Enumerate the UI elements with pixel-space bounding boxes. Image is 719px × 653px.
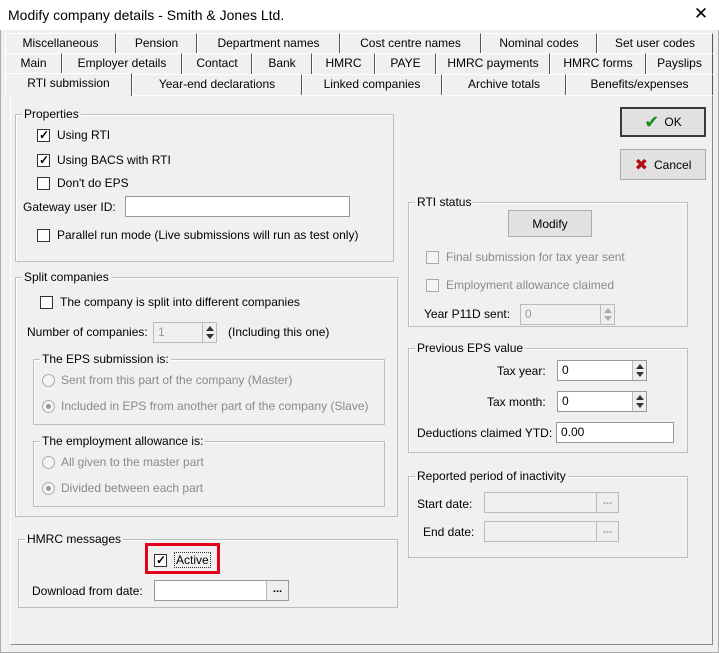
tab-cost-centre-names[interactable]: Cost centre names xyxy=(340,33,481,54)
eps-submission-group: The EPS submission is: xyxy=(33,352,385,425)
spin-up-icon[interactable] xyxy=(636,395,644,400)
cancel-button[interactable]: ✖ Cancel xyxy=(620,149,706,180)
gateway-user-id-label: Gateway user ID: xyxy=(23,200,116,214)
using-rti-checkbox[interactable]: ✓ Using RTI xyxy=(37,128,110,142)
eps-slave-radio[interactable]: Included in EPS from another part of the… xyxy=(42,399,369,413)
gateway-user-id-input[interactable] xyxy=(125,196,350,217)
cross-icon: ✖ xyxy=(634,156,649,174)
tab-hmrc-payments[interactable]: HMRC payments xyxy=(436,53,550,74)
spin-down-icon[interactable] xyxy=(636,403,644,408)
previous-eps-legend: Previous EPS value xyxy=(415,341,526,355)
cancel-label: Cancel xyxy=(654,157,692,172)
tax-month-spinner[interactable] xyxy=(632,392,646,411)
check-icon: ✓ xyxy=(39,152,50,167)
eps-submission-legend: The EPS submission is: xyxy=(40,352,171,366)
tab-year-end-declarations[interactable]: Year-end declarations xyxy=(132,74,302,95)
parallel-run-label: Parallel run mode (Live submissions will… xyxy=(57,228,359,242)
tab-department-names[interactable]: Department names xyxy=(197,33,340,54)
end-date-label: End date: xyxy=(423,525,475,539)
year-p11d-spinner[interactable] xyxy=(600,305,614,324)
modify-button[interactable]: Modify xyxy=(508,210,592,237)
number-of-companies-spinner[interactable] xyxy=(202,323,216,342)
tab-hmrc-forms[interactable]: HMRC forms xyxy=(550,53,646,74)
window-title: Modify company details - Smith & Jones L… xyxy=(8,7,285,23)
ok-label: OK xyxy=(664,115,682,129)
including-this-one-note: (Including this one) xyxy=(228,325,330,339)
inactivity-group: Reported period of inactivity xyxy=(408,469,688,558)
tab-miscellaneous[interactable]: Miscellaneous xyxy=(5,33,116,54)
spin-down-icon[interactable] xyxy=(636,372,644,377)
inactivity-legend: Reported period of inactivity xyxy=(415,469,568,483)
close-icon[interactable]: ✕ xyxy=(689,3,713,25)
number-of-companies-label: Number of companies: xyxy=(27,325,148,339)
tab-employer-details[interactable]: Employer details xyxy=(62,53,182,74)
tab-pension[interactable]: Pension xyxy=(116,33,197,54)
tab-paye[interactable]: PAYE xyxy=(375,53,436,74)
title-bar: Modify company details - Smith & Jones L… xyxy=(0,0,719,30)
dont-do-eps-checkbox[interactable]: Don't do EPS xyxy=(37,176,129,190)
end-date-picker-button[interactable]: ... xyxy=(596,522,618,541)
ea-master-radio[interactable]: All given to the master part xyxy=(42,455,204,469)
checkmark-icon: ✔ xyxy=(644,111,660,132)
tab-nominal-codes[interactable]: Nominal codes xyxy=(481,33,597,54)
tab-hmrc[interactable]: HMRC xyxy=(312,53,375,74)
ea-divided-radio[interactable]: Divided between each part xyxy=(42,481,203,495)
tax-year-label: Tax year: xyxy=(497,364,546,378)
spin-up-icon[interactable] xyxy=(206,326,214,331)
spin-down-icon[interactable] xyxy=(206,334,214,339)
final-submission-checkbox[interactable]: Final submission for tax year sent xyxy=(426,250,625,264)
date-picker-button[interactable]: ... xyxy=(266,581,288,600)
rti-status-legend: RTI status xyxy=(415,195,474,209)
tax-year-value: 0 xyxy=(562,363,569,377)
tab-contact[interactable]: Contact xyxy=(182,53,252,74)
download-from-date-label: Download from date: xyxy=(32,584,143,598)
ea-master-label: All given to the master part xyxy=(61,455,204,469)
eps-master-label: Sent from this part of the company (Mast… xyxy=(61,373,293,387)
check-icon: ✓ xyxy=(39,127,50,142)
tab-bank[interactable]: Bank xyxy=(252,53,312,74)
start-date-label: Start date: xyxy=(417,497,473,511)
using-bacs-label: Using BACS with RTI xyxy=(57,153,171,167)
deductions-claimed-input[interactable]: 0.00 xyxy=(556,422,674,443)
year-p11d-sent-label: Year P11D sent: xyxy=(424,307,511,321)
tab-rti-submission[interactable]: RTI submission xyxy=(5,73,132,96)
eps-slave-label: Included in EPS from another part of the… xyxy=(61,399,369,413)
spin-up-icon[interactable] xyxy=(636,364,644,369)
tab-linked-companies[interactable]: Linked companies xyxy=(302,74,442,95)
company-split-checkbox[interactable]: The company is split into different comp… xyxy=(40,295,300,309)
employment-allowance-group: The employment allowance is: xyxy=(33,434,385,507)
company-split-label: The company is split into different comp… xyxy=(60,295,300,309)
spin-down-icon[interactable] xyxy=(604,316,612,321)
using-rti-label: Using RTI xyxy=(57,128,111,142)
tax-year-spinner[interactable] xyxy=(632,361,646,380)
final-submission-label: Final submission for tax year sent xyxy=(446,250,625,264)
spin-up-icon[interactable] xyxy=(604,308,612,313)
tab-benefits-expenses[interactable]: Benefits/expenses xyxy=(566,74,713,95)
ok-button[interactable]: ✔ OK xyxy=(620,107,706,137)
eps-master-radio[interactable]: Sent from this part of the company (Mast… xyxy=(42,373,292,387)
ea-divided-label: Divided between each part xyxy=(61,481,204,495)
employment-allowance-claimed-label: Employment allowance claimed xyxy=(446,278,615,292)
dont-do-eps-label: Don't do EPS xyxy=(57,176,129,190)
employment-allowance-checkbox[interactable]: Employment allowance claimed xyxy=(426,278,614,292)
employment-allowance-legend: The employment allowance is: xyxy=(40,434,206,448)
tax-month-value: 0 xyxy=(562,394,569,408)
tab-set-user-codes[interactable]: Set user codes xyxy=(597,33,713,54)
start-date-picker-button[interactable]: ... xyxy=(596,493,618,512)
split-companies-legend: Split companies xyxy=(22,270,111,284)
year-p11d-sent-value: 0 xyxy=(525,307,532,321)
hmrc-messages-legend: HMRC messages xyxy=(25,532,124,546)
using-bacs-checkbox[interactable]: ✓ Using BACS with RTI xyxy=(37,153,171,167)
number-of-companies-value: 1 xyxy=(158,325,165,339)
deductions-claimed-label: Deductions claimed YTD: xyxy=(417,426,553,440)
tab-main[interactable]: Main xyxy=(5,53,62,74)
tab-archive-totals[interactable]: Archive totals xyxy=(442,74,566,95)
tax-month-label: Tax month: xyxy=(487,395,546,409)
properties-legend: Properties xyxy=(22,107,81,121)
tab-payslips[interactable]: Payslips xyxy=(646,53,713,74)
parallel-run-checkbox[interactable]: Parallel run mode (Live submissions will… xyxy=(37,228,358,242)
highlight-box xyxy=(145,543,220,574)
